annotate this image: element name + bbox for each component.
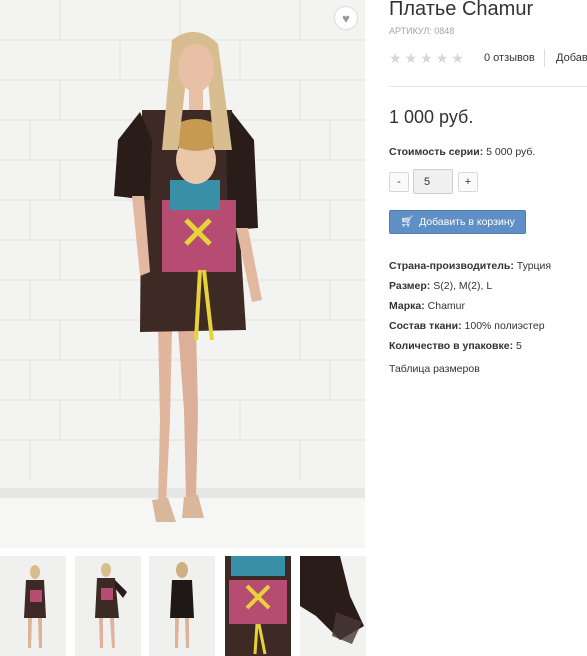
property-value: 100% полиэстер [464, 320, 545, 332]
thumbnail-gallery [0, 556, 370, 656]
product-title: Платье Chamur [389, 0, 534, 20]
thumbnail-5[interactable] [300, 556, 366, 656]
main-product-photo[interactable]: ♥ [0, 0, 365, 548]
product-properties: Страна-производитель: Турция Размер: S(2… [389, 256, 587, 356]
property-size: Размер: S(2), M(2), L [389, 276, 587, 296]
favorite-button[interactable]: ♥ [335, 7, 357, 29]
star-icon[interactable]: ★ [389, 50, 402, 66]
add-to-cart-button[interactable]: 🛒︎ Добавить в корзину [389, 210, 526, 234]
property-key: Состав ткани: [389, 320, 462, 332]
property-key: Марка: [389, 300, 425, 312]
star-icon[interactable]: ★ [451, 50, 464, 66]
size-table-link[interactable]: Таблица размеров [389, 363, 480, 375]
price: 1 000 руб. [389, 107, 474, 127]
property-country: Страна-производитель: Турция [389, 256, 587, 276]
sku-value: 0848 [434, 26, 455, 36]
property-value: S(2), M(2), L [433, 280, 493, 292]
quantity-input[interactable] [413, 169, 453, 194]
star-icon[interactable]: ★ [436, 50, 449, 66]
quantity-decrease-button[interactable]: - [389, 172, 409, 192]
thumbnail-3[interactable] [149, 556, 215, 656]
reviews-link[interactable]: 0 отзывов [484, 52, 535, 64]
series-price: Стоимость серии: 5 000 руб. [389, 146, 535, 158]
star-icon[interactable]: ★ [420, 50, 433, 66]
shopping-cart-icon: 🛒︎ [400, 215, 415, 228]
sku-label: АРТИКУЛ: [389, 26, 432, 36]
property-value: Турция [516, 260, 552, 272]
add-review-link[interactable]: Добавить отзыв [556, 52, 587, 64]
quantity-increase-button[interactable]: + [458, 172, 478, 192]
series-price-label: Стоимость серии: [389, 146, 484, 158]
star-icon[interactable]: ★ [405, 50, 418, 66]
thumbnail-4[interactable] [225, 556, 291, 656]
add-to-cart-label: Добавить в корзину [419, 216, 515, 228]
thumbnail-2[interactable] [75, 556, 141, 656]
property-fabric: Состав ткани: 100% полиэстер [389, 316, 587, 336]
divider [389, 86, 587, 87]
property-value: Chamur [427, 300, 466, 312]
property-key: Размер: [389, 280, 431, 292]
heart-icon: ♥ [342, 10, 350, 26]
thumbnail-1[interactable] [0, 556, 66, 656]
divider [544, 49, 545, 67]
sku: АРТИКУЛ: 0848 [389, 26, 454, 36]
property-key: Страна-производитель: [389, 260, 514, 272]
property-key: Количество в упаковке: [389, 340, 514, 352]
rating-stars[interactable]: ★ ★ ★ ★ ★ [389, 50, 464, 66]
series-price-value: 5 000 руб. [486, 146, 536, 158]
property-brand: Марка: Chamur [389, 296, 587, 316]
property-pack-quantity: Количество в упаковке: 5 [389, 336, 587, 356]
property-value: 5 [516, 340, 522, 352]
